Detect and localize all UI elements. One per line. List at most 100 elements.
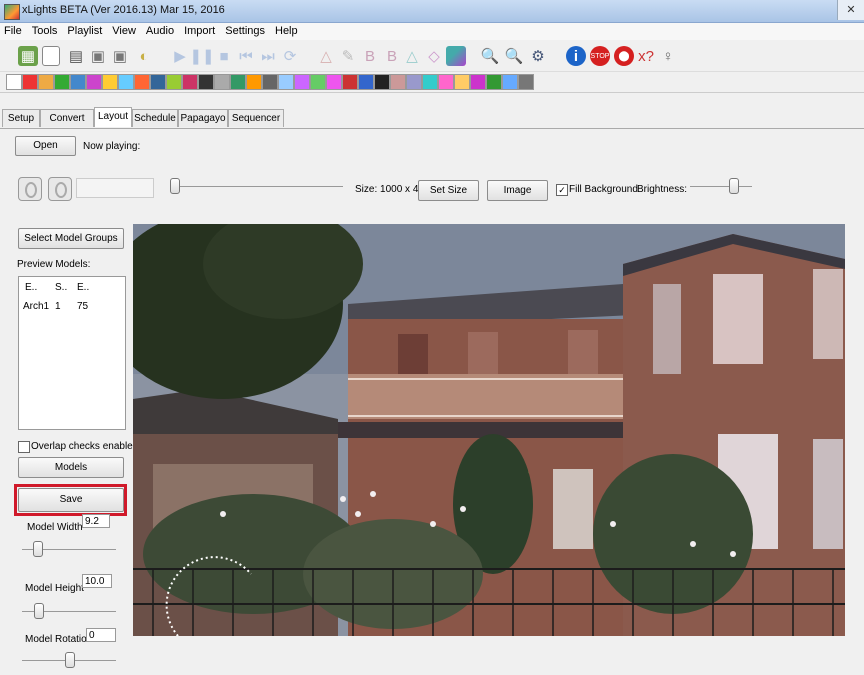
playback-position-field[interactable] [76, 178, 154, 198]
column-header[interactable]: E.. [77, 282, 89, 293]
info-icon[interactable]: i [566, 46, 586, 66]
menu-playlist[interactable]: Playlist [63, 23, 108, 37]
menu-tools[interactable]: Tools [28, 23, 64, 37]
layout-preview-canvas[interactable] [133, 224, 845, 636]
model-height-slider-thumb[interactable] [34, 603, 44, 619]
model-rotation-field[interactable]: 0 [86, 628, 116, 642]
save-icon[interactable]: ▣ [88, 46, 108, 66]
menu-import[interactable]: Import [180, 23, 221, 37]
preview-models-list[interactable]: E.. S.. E.. Arch1 1 75 [18, 276, 126, 430]
column-header[interactable]: S.. [55, 282, 67, 293]
models-button[interactable]: Models [18, 457, 124, 478]
effect-off-icon[interactable] [6, 74, 22, 90]
clear-icon[interactable]: x? [636, 46, 656, 66]
effect-bars-icon[interactable] [38, 74, 54, 90]
model-height-field[interactable]: 10.0 [82, 574, 112, 588]
fill-background-checkbox[interactable]: ✓ [556, 184, 568, 196]
playback-slider-thumb[interactable] [170, 178, 180, 194]
forward-icon[interactable]: ⏭ [258, 46, 278, 66]
effect-snowflakes-icon[interactable] [422, 74, 438, 90]
image-button[interactable]: Image [487, 180, 548, 201]
effect-plasma-icon[interactable] [342, 74, 358, 90]
effect-singlestrand-icon[interactable] [406, 74, 422, 90]
gear-icon[interactable]: ⚙ [528, 46, 548, 66]
rewind-icon[interactable]: ⏮ [236, 46, 256, 66]
model-width-label: Model Width [27, 522, 83, 533]
save-as-icon[interactable]: ▣ [110, 46, 130, 66]
tab-layout[interactable]: Layout [94, 107, 132, 127]
effect-butterfly-icon[interactable] [54, 74, 70, 90]
model-rotation-slider-thumb[interactable] [65, 652, 75, 668]
effect-strobe-icon[interactable] [486, 74, 502, 90]
effect-fire-icon[interactable] [134, 74, 150, 90]
play-audio-button[interactable] [18, 177, 42, 201]
menu-view[interactable]: View [108, 23, 142, 37]
menu-audio[interactable]: Audio [142, 23, 180, 37]
open-button[interactable]: Open [15, 136, 76, 156]
effect-icon[interactable]: ✎ [338, 46, 358, 66]
new-sequence-icon[interactable]: ▦ [18, 46, 38, 66]
menu-settings[interactable]: Settings [221, 23, 271, 37]
effect-spirograph-icon[interactable] [470, 74, 486, 90]
set-size-button[interactable]: Set Size [418, 180, 479, 201]
effect-tree-icon[interactable] [518, 74, 534, 90]
effect-on-icon[interactable] [22, 74, 38, 90]
effect-spirals-icon[interactable] [454, 74, 470, 90]
effect-snowstorm-icon[interactable] [438, 74, 454, 90]
tab-setup[interactable]: Setup [2, 109, 40, 127]
stop-sign-icon[interactable]: STOP [590, 46, 610, 66]
close-icon[interactable]: ✕ [837, 0, 864, 20]
effect-curtain-icon[interactable] [102, 74, 118, 90]
open-folder-icon[interactable]: ▤ [66, 46, 86, 66]
effect-galaxy-icon[interactable] [166, 74, 182, 90]
tab-convert[interactable]: Convert [40, 109, 94, 127]
pause-icon[interactable]: ❚❚ [189, 46, 214, 66]
menu-help[interactable]: Help [271, 23, 304, 37]
effect-marquee-icon[interactable] [262, 74, 278, 90]
effect-fireworks-icon[interactable] [150, 74, 166, 90]
select-model-groups-button[interactable]: Select Model Groups [18, 228, 124, 249]
diamond-icon[interactable]: ◇ [424, 46, 444, 66]
effect-meteors-icon[interactable] [278, 74, 294, 90]
effect-garlands-icon[interactable] [182, 74, 198, 90]
play-icon[interactable]: ▶ [170, 46, 190, 66]
effect-ripple-icon[interactable] [358, 74, 374, 90]
effect-colorwash-icon[interactable] [86, 74, 102, 90]
new-file-icon[interactable] [42, 46, 60, 66]
model-width-slider-thumb[interactable] [33, 541, 43, 557]
effect-morph-icon[interactable] [294, 74, 310, 90]
repeat-icon[interactable]: ⟳ [280, 46, 300, 66]
effect-lines-icon[interactable] [246, 74, 262, 90]
brightness-slider-thumb[interactable] [729, 178, 739, 194]
grid-color-icon[interactable] [446, 46, 466, 66]
stop-audio-button[interactable] [48, 177, 72, 201]
tab-sequencer[interactable]: Sequencer [228, 109, 284, 127]
column-header[interactable]: E.. [25, 282, 37, 293]
triangle-icon[interactable]: △ [316, 46, 336, 66]
tab-papagayo[interactable]: Papagayo [178, 109, 228, 127]
effect-pictures-icon[interactable] [310, 74, 326, 90]
effect-fan-icon[interactable] [118, 74, 134, 90]
zoom-out-icon[interactable]: 🔍 [504, 46, 524, 66]
bold-b-icon[interactable]: B [360, 46, 380, 66]
effect-lightning-icon[interactable] [230, 74, 246, 90]
effect-text-icon[interactable] [502, 74, 518, 90]
stop-icon[interactable]: ■ [214, 46, 234, 66]
record-icon[interactable]: ⬤ [614, 46, 634, 66]
effect-shockwave-icon[interactable] [390, 74, 406, 90]
overlap-checkbox[interactable] [18, 441, 30, 453]
effect-shimmer-icon[interactable] [374, 74, 390, 90]
effect-life-icon[interactable] [214, 74, 230, 90]
pin-icon[interactable]: ♀ [658, 46, 678, 66]
lightbulb-icon[interactable]: ◐ [134, 46, 154, 66]
effect-glediator-icon[interactable] [198, 74, 214, 90]
effect-circles-icon[interactable] [70, 74, 86, 90]
tab-schedule[interactable]: Schedule [132, 109, 178, 127]
main-tabs: Setup Convert Layout Schedule Papagayo S… [0, 107, 864, 129]
triangle2-icon[interactable]: △ [402, 46, 422, 66]
zoom-in-icon[interactable]: 🔍 [480, 46, 500, 66]
menu-file[interactable]: File [0, 23, 28, 37]
model-width-field[interactable]: 9.2 [82, 514, 110, 528]
effect-pinwheel-icon[interactable] [326, 74, 342, 90]
bold-b2-icon[interactable]: B [382, 46, 402, 66]
